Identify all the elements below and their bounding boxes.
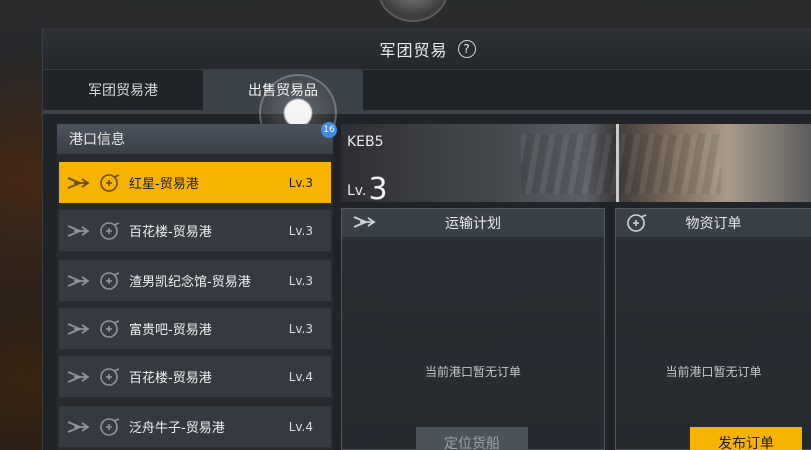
port-list-item[interactable]: 百花楼-贸易港 Lv.3 [59,210,331,252]
help-icon[interactable]: ? [457,39,476,58]
legion-trade-window: 军团贸易 ? 军团贸易港 出售贸易品 港口信息 16 红星-贸易港 Lv.3 [42,28,811,450]
port-level: Lv.3 [288,321,313,336]
port-name: 渣男凯纪念馆-贸易港 [129,275,251,290]
transport-plan-panel: 运输计划 当前港口暂无订单 定位货船 [341,208,605,450]
trade-icon [626,213,648,233]
trade-icon [97,271,123,291]
material-orders-panel: 物资订单 当前港口暂无订单 发布订单 [615,208,811,450]
publish-order-button[interactable]: 发布订单 [690,427,802,450]
material-orders-title: 物资订单 [685,216,742,232]
port-name: 百花楼-贸易港 [129,371,212,386]
ship-icon [352,213,376,233]
locate-ship-button[interactable]: 定位货船 [416,427,528,450]
port-info-title: 港口信息 [69,132,125,148]
port-info-header: 港口信息 16 [57,122,337,154]
port-list-item[interactable]: 泛舟牛子-贸易港 Lv.4 [59,406,331,448]
level-prefix: Lv. [347,183,367,199]
material-orders-header: 物资订单 [616,209,811,237]
tab-underline [43,110,811,114]
port-level: Lv.3 [288,273,313,288]
port-list-item[interactable]: 百花楼-贸易港 Lv.4 [59,356,331,398]
ship-icon [65,367,91,387]
banner-art [521,134,721,194]
title-bar: 军团贸易 ? [43,28,811,70]
trade-icon [97,417,123,437]
level-value: 3 [368,172,388,202]
count-badge: 16 [321,122,337,138]
trade-icon [97,367,123,387]
port-level: Lv.3 [288,175,313,190]
port-name: 富贵吧-贸易港 [129,323,212,338]
ship-icon [65,221,91,241]
port-code: KEB5 [347,134,384,150]
transport-plan-header: 运输计划 [342,209,604,237]
port-banner: KEB5 Lv.3 [341,124,811,202]
trade-icon [97,221,123,241]
port-list-item[interactable]: 红星-贸易港 Lv.3 [59,162,331,204]
port-name: 红星-贸易港 [129,177,199,192]
ship-icon [65,271,91,291]
port-level: Lv.4 [288,369,313,384]
transport-plan-title: 运输计划 [445,216,501,232]
ship-icon [65,417,91,437]
port-name: 泛舟牛子-贸易港 [129,421,225,436]
ship-icon [65,319,91,339]
port-info-panel: 港口信息 16 红星-贸易港 Lv.3 百花楼-贸易港 Lv.3 渣男凯纪念馆-… [57,122,337,450]
port-list-item[interactable]: 渣男凯纪念馆-贸易港 Lv.3 [59,260,331,302]
trade-icon [97,319,123,339]
tab-legion-trade-port[interactable]: 军团贸易港 [43,70,203,110]
port-name: 百花楼-贸易港 [129,225,212,240]
orders-empty-text: 当前港口暂无订单 [665,365,762,379]
port-level: Lv.4 [288,419,313,434]
ship-icon [65,173,91,193]
banner-divider [616,124,619,202]
trade-icon [97,173,123,193]
page-title: 军团贸易 [379,40,448,60]
transport-empty-text: 当前港口暂无订单 [424,365,521,379]
port-level-display: Lv.3 [347,168,388,202]
port-level: Lv.3 [288,223,313,238]
port-list-item[interactable]: 富贵吧-贸易港 Lv.3 [59,308,331,350]
tab-bar: 军团贸易港 出售贸易品 [43,70,811,110]
